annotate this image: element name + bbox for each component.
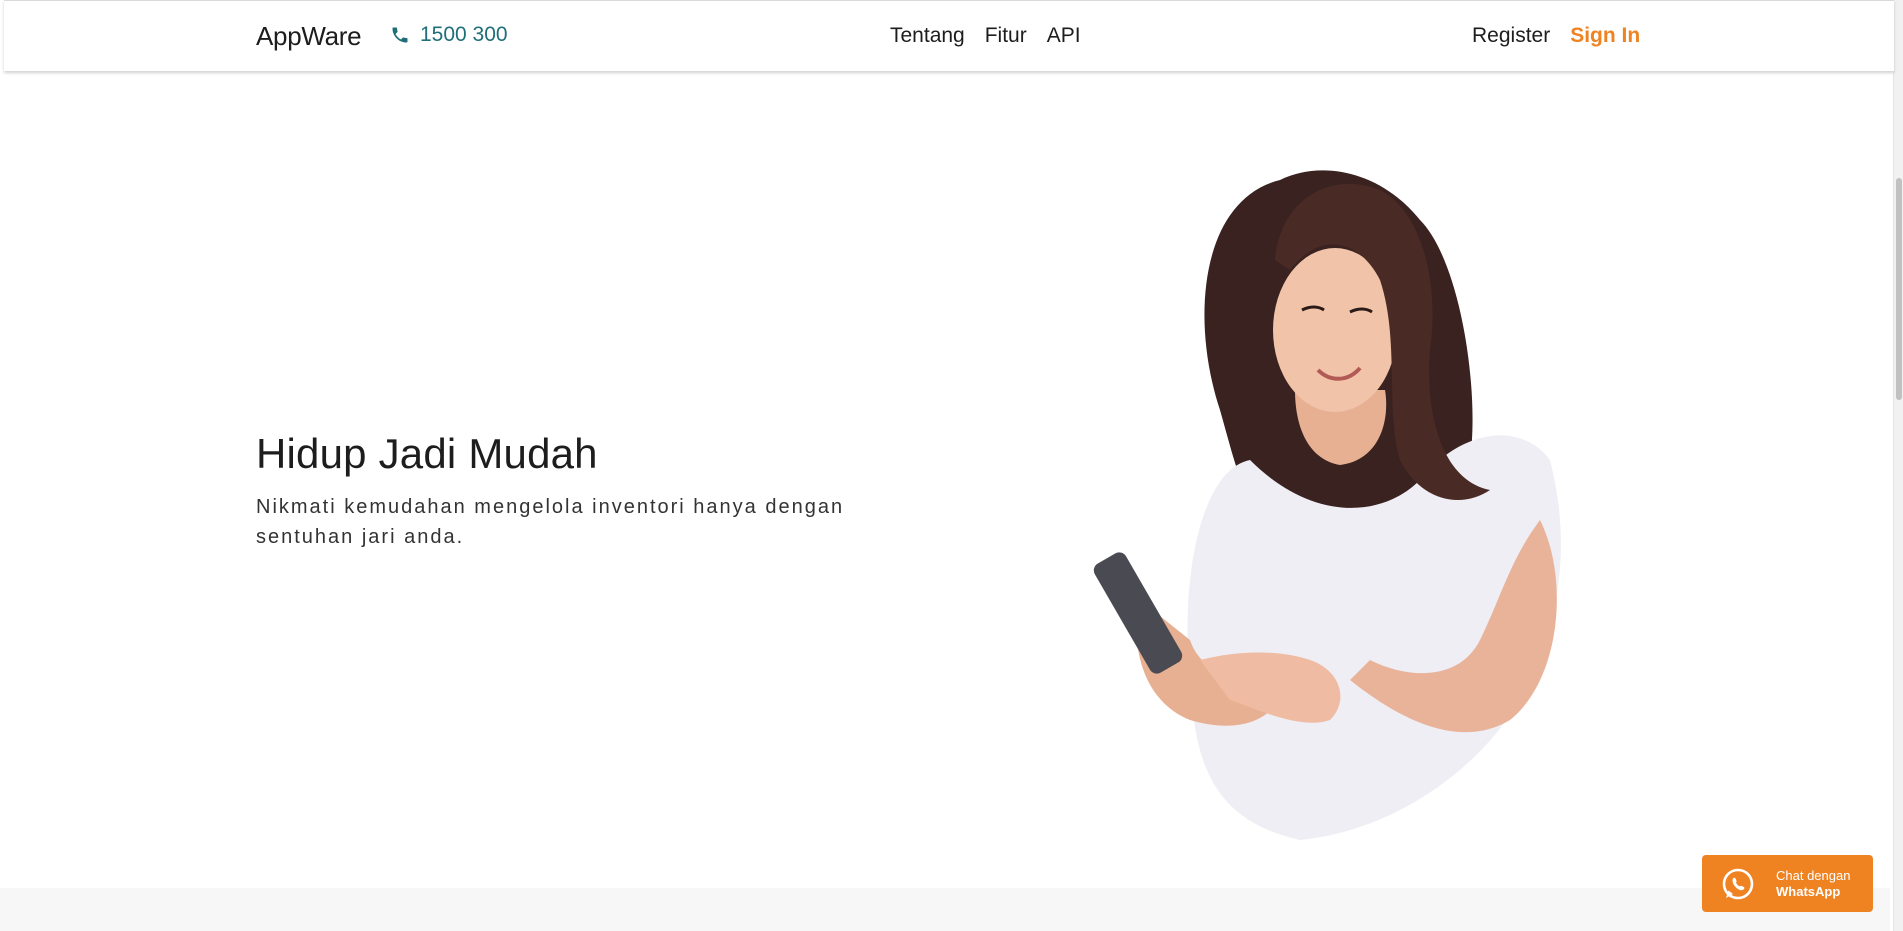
whatsapp-label-line2: WhatsApp	[1776, 883, 1841, 899]
top-navbar: AppWare 1500 300 Tentang Fitur API Regis…	[4, 0, 1894, 71]
nav-link-fitur[interactable]: Fitur	[985, 24, 1027, 48]
whatsapp-chat-button[interactable]: Chat dengan WhatsApp	[1702, 855, 1873, 912]
scrollbar-thumb[interactable]	[1896, 178, 1902, 400]
phone-icon	[390, 25, 410, 45]
sign-in-link[interactable]: Sign In	[1570, 24, 1640, 48]
page-scrollbar[interactable]	[1893, 0, 1903, 931]
hero-subtitle: Nikmati kemudahan mengelola inventori ha…	[256, 496, 845, 548]
whatsapp-icon	[1722, 868, 1754, 899]
whatsapp-label: Chat dengan WhatsApp	[1776, 868, 1850, 900]
phone-number: 1500 300	[420, 23, 508, 46]
whatsapp-label-line1: Chat dengan	[1776, 867, 1851, 883]
nav-link-api[interactable]: API	[1047, 24, 1081, 48]
phone-contact[interactable]: 1500 300	[390, 23, 508, 47]
register-link[interactable]: Register	[1472, 24, 1550, 48]
next-section-band	[0, 888, 1890, 931]
main-nav: Tentang Fitur API	[890, 24, 1081, 48]
hero-title: Hidup Jadi Mudah	[256, 430, 598, 477]
page: AppWare 1500 300 Tentang Fitur API Regis…	[0, 0, 1903, 931]
nav-link-tentang[interactable]: Tentang	[890, 24, 965, 48]
hero-woman-with-phone-image	[1093, 160, 1600, 840]
auth-nav: Register Sign In	[1472, 24, 1640, 48]
brand-logo[interactable]: AppWare	[256, 21, 362, 52]
